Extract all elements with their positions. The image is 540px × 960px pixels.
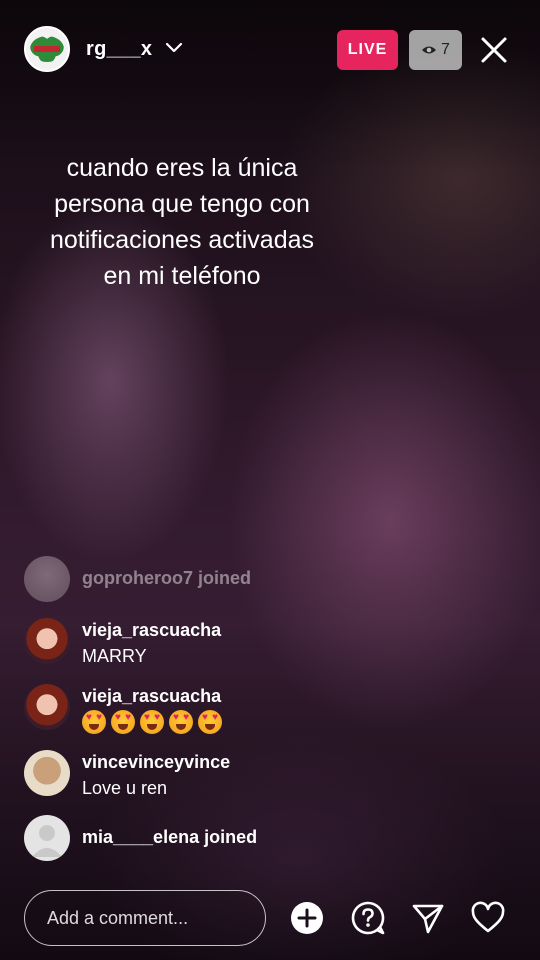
chevron-down-icon[interactable]: [164, 38, 184, 58]
comment-item: vincevinceyvince Love u ren: [24, 750, 354, 798]
comment-text: MARRY: [82, 646, 147, 666]
caption-line: persona que tengo con: [54, 190, 310, 218]
caption-line: notificaciones activadas: [49, 226, 315, 254]
heart-eyes-emoji-icon: [140, 710, 164, 734]
clover-logo-icon: [30, 36, 64, 62]
emoji-row: [82, 710, 222, 734]
heart-eyes-emoji-icon: [169, 710, 193, 734]
join-text: goproheroo7 joined: [82, 568, 252, 588]
close-icon[interactable]: [478, 34, 510, 66]
avatar: [24, 815, 70, 861]
eye-icon: [422, 46, 437, 54]
caption-line: cuando eres la única: [66, 154, 298, 182]
comment-username[interactable]: vieja_rascuacha: [82, 686, 221, 707]
heart-eyes-emoji-icon: [111, 710, 135, 734]
question-icon[interactable]: [350, 900, 386, 936]
comment-text: Love u ren: [82, 778, 168, 798]
live-header: rg___x LIVE 7: [0, 22, 540, 76]
live-badge: LIVE: [337, 30, 398, 70]
default-user-icon: [32, 825, 62, 857]
add-icon[interactable]: [289, 900, 325, 936]
avatar[interactable]: [24, 750, 70, 796]
heart-eyes-emoji-icon: [82, 710, 106, 734]
host-avatar[interactable]: [24, 26, 70, 72]
avatar[interactable]: [24, 684, 70, 730]
viewer-count: 7: [441, 41, 450, 58]
comment-input[interactable]: Add a comment...: [24, 890, 266, 946]
join-notice: mia____elena joined: [24, 815, 354, 861]
avatar[interactable]: [24, 618, 70, 664]
host-username[interactable]: rg___x: [86, 38, 152, 61]
heart-eyes-emoji-icon: [198, 710, 222, 734]
comment-username[interactable]: vincevinceyvince: [82, 752, 230, 773]
comment-item: vieja_rascuacha MARRY: [24, 618, 354, 666]
comment-username[interactable]: vieja_rascuacha: [82, 620, 221, 641]
join-notice: goproheroo7 joined: [24, 556, 354, 602]
heart-icon[interactable]: [470, 900, 506, 936]
comment-item: vieja_rascuacha: [24, 684, 354, 734]
caption-line: en mi teléfono: [103, 262, 261, 290]
comment-placeholder: Add a comment...: [47, 907, 189, 928]
caption-overlay: cuando eres la única persona que tengo c…: [0, 150, 364, 294]
avatar: [24, 556, 70, 602]
viewer-count-badge[interactable]: 7: [409, 30, 462, 70]
send-icon[interactable]: [410, 900, 446, 936]
join-text: mia____elena joined: [82, 827, 258, 847]
